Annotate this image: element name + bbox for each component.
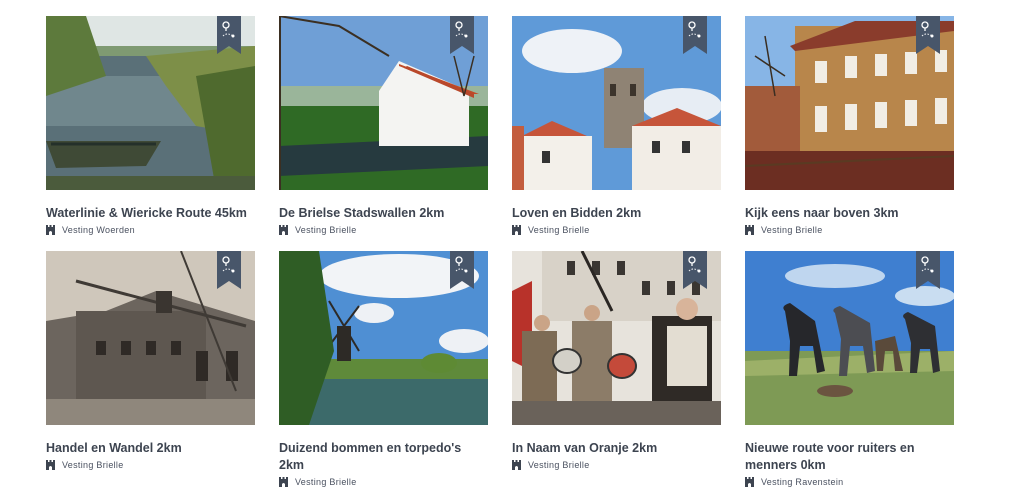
route-title[interactable]: Duizend bommen en torpedo's 2km <box>279 440 488 474</box>
route-card[interactable]: Waterlinie & Wiericke Route 45km Vesting… <box>46 16 255 251</box>
map-route-icon[interactable] <box>916 251 940 289</box>
route-photo[interactable] <box>745 16 954 190</box>
route-location-label: Vesting Ravenstein <box>761 477 844 487</box>
castle-tower-icon <box>46 225 55 235</box>
route-card[interactable]: In Naam van Oranje 2km Vesting Brielle <box>512 251 721 486</box>
route-grid: Waterlinie & Wiericke Route 45km Vesting… <box>46 16 954 487</box>
route-title[interactable]: Loven en Bidden 2km <box>512 205 721 222</box>
castle-tower-icon <box>745 477 754 487</box>
map-route-icon[interactable] <box>217 16 241 54</box>
route-card[interactable]: Duizend bommen en torpedo's 2km Vesting … <box>279 251 488 487</box>
map-route-icon[interactable] <box>683 251 707 289</box>
route-location-label: Vesting Woerden <box>62 225 135 235</box>
map-route-icon[interactable] <box>217 251 241 289</box>
route-location: Vesting Woerden <box>46 225 255 235</box>
route-title[interactable]: Kijk eens naar boven 3km <box>745 205 954 222</box>
route-photo[interactable] <box>512 251 721 425</box>
route-card[interactable]: Kijk eens naar boven 3km Vesting Brielle <box>745 16 954 251</box>
route-card[interactable]: Handel en Wandel 2km Vesting Brielle <box>46 251 255 486</box>
route-photo[interactable] <box>279 16 488 190</box>
route-location: Vesting Brielle <box>512 460 721 470</box>
route-location-label: Vesting Brielle <box>62 460 124 470</box>
route-location: Vesting Brielle <box>279 477 488 487</box>
route-title[interactable]: Waterlinie & Wiericke Route 45km <box>46 205 255 222</box>
route-location-label: Vesting Brielle <box>295 225 357 235</box>
route-card[interactable]: Loven en Bidden 2km Vesting Brielle <box>512 16 721 251</box>
route-photo[interactable] <box>745 251 954 425</box>
route-title[interactable]: Nieuwe route voor ruiters en menners 0km <box>745 440 954 474</box>
route-card[interactable]: De Brielse Stadswallen 2km Vesting Briel… <box>279 16 488 251</box>
route-photo[interactable] <box>46 251 255 425</box>
route-title[interactable]: De Brielse Stadswallen 2km <box>279 205 488 222</box>
route-location: Vesting Ravenstein <box>745 477 954 487</box>
map-route-icon[interactable] <box>683 16 707 54</box>
castle-tower-icon <box>279 225 288 235</box>
route-location-label: Vesting Brielle <box>761 225 823 235</box>
castle-tower-icon <box>46 460 55 470</box>
route-location-label: Vesting Brielle <box>528 225 590 235</box>
castle-tower-icon <box>512 225 521 235</box>
route-location: Vesting Brielle <box>46 460 255 470</box>
route-location: Vesting Brielle <box>279 225 488 235</box>
route-location-label: Vesting Brielle <box>295 477 357 487</box>
route-title[interactable]: In Naam van Oranje 2km <box>512 440 721 457</box>
route-location: Vesting Brielle <box>512 225 721 235</box>
castle-tower-icon <box>279 477 288 487</box>
castle-tower-icon <box>745 225 754 235</box>
route-photo[interactable] <box>512 16 721 190</box>
route-location: Vesting Brielle <box>745 225 954 235</box>
map-route-icon[interactable] <box>916 16 940 54</box>
route-title[interactable]: Handel en Wandel 2km <box>46 440 255 457</box>
castle-tower-icon <box>512 460 521 470</box>
route-location-label: Vesting Brielle <box>528 460 590 470</box>
map-route-icon[interactable] <box>450 251 474 289</box>
route-photo[interactable] <box>279 251 488 425</box>
map-route-icon[interactable] <box>450 16 474 54</box>
route-photo[interactable] <box>46 16 255 190</box>
route-card[interactable]: Nieuwe route voor ruiters en menners 0km… <box>745 251 954 487</box>
